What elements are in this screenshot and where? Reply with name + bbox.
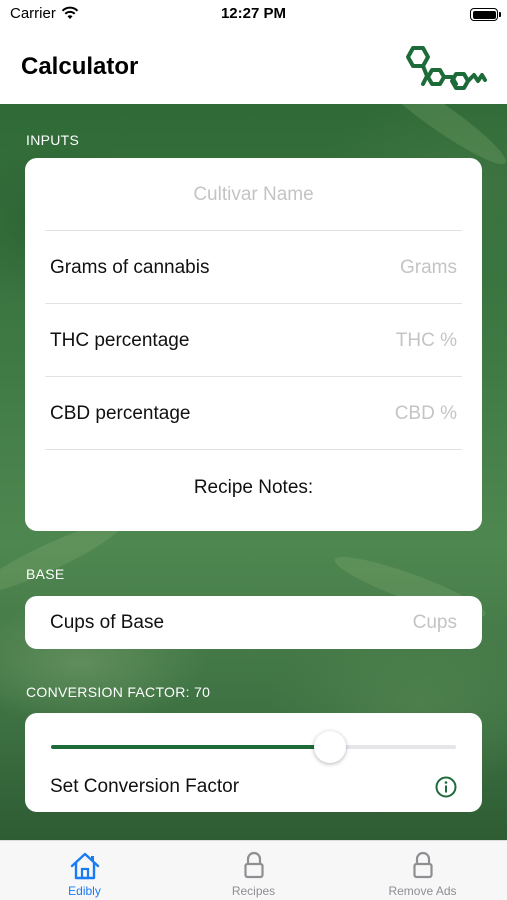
- battery-icon: [470, 8, 501, 21]
- recipe-notes-button[interactable]: Recipe Notes:: [45, 477, 462, 499]
- molecule-logo-icon: [406, 46, 487, 90]
- thc-input[interactable]: THC %: [396, 330, 457, 352]
- tab-edibly[interactable]: Edibly: [0, 841, 169, 900]
- slider-fill: [51, 745, 331, 749]
- lock-icon: [412, 851, 433, 879]
- cultivar-name-input[interactable]: Cultivar Name: [45, 184, 462, 206]
- thc-label: THC percentage: [50, 330, 190, 351]
- status-bar: Carrier 12:27 PM: [0, 0, 507, 30]
- grams-input[interactable]: Grams: [400, 257, 457, 279]
- tab-label: Recipes: [231, 884, 276, 898]
- tab-label: Remove Ads: [388, 884, 457, 898]
- conversion-card: Set Conversion Factor: [25, 713, 482, 812]
- navigation-bar: Calculator: [0, 30, 507, 104]
- inputs-section-header: INPUTS: [26, 132, 80, 148]
- grams-row[interactable]: Grams of cannabis Grams: [45, 231, 462, 304]
- page-title: Calculator: [21, 53, 139, 80]
- base-section-header: BASE: [26, 566, 65, 582]
- cbd-label: CBD percentage: [50, 403, 191, 424]
- conversion-slider[interactable]: [51, 731, 456, 763]
- cups-row[interactable]: Cups of Base Cups: [45, 586, 462, 659]
- conversion-section-header: CONVERSION FACTOR: 70: [26, 684, 211, 700]
- recipe-notes-row[interactable]: Recipe Notes:: [45, 451, 462, 524]
- tab-remove-ads[interactable]: Remove Ads: [338, 841, 507, 900]
- lock-icon: [243, 851, 264, 879]
- cups-input[interactable]: Cups: [413, 612, 457, 634]
- calculator-content[interactable]: INPUTS Cultivar Name Grams of cannabis G…: [0, 104, 507, 840]
- info-icon[interactable]: [435, 776, 457, 798]
- cbd-row[interactable]: CBD percentage CBD %: [45, 377, 462, 450]
- cbd-input[interactable]: CBD %: [395, 403, 457, 425]
- set-conversion-factor-label: Set Conversion Factor: [50, 776, 240, 797]
- tab-recipes[interactable]: Recipes: [169, 841, 338, 900]
- grams-label: Grams of cannabis: [50, 257, 210, 278]
- clock-time: 12:27 PM: [220, 5, 287, 22]
- inputs-card: Cultivar Name Grams of cannabis Grams TH…: [25, 158, 482, 531]
- cups-label: Cups of Base: [50, 612, 165, 633]
- tab-label: Edibly: [68, 884, 101, 898]
- tab-bar: Edibly Recipes Remove Ads: [0, 840, 507, 900]
- cultivar-name-row[interactable]: Cultivar Name: [45, 158, 462, 231]
- thc-row[interactable]: THC percentage THC %: [45, 304, 462, 377]
- base-card: Cups of Base Cups: [25, 596, 482, 649]
- slider-thumb[interactable]: [314, 731, 347, 763]
- home-icon: [70, 852, 99, 880]
